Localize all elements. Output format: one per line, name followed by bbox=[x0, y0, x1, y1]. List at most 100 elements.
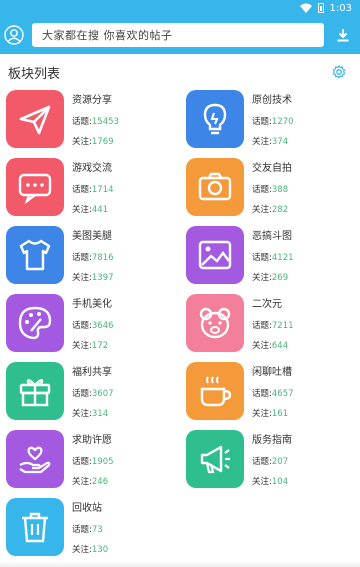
download-button[interactable] bbox=[332, 24, 354, 46]
board-topics: 话题:73 bbox=[72, 523, 108, 535]
board-follows: 关注:1769 bbox=[72, 135, 119, 147]
board-name: 游戏交流 bbox=[72, 163, 112, 174]
top-bar: 大家都在搜 你喜欢的帖子 bbox=[0, 16, 360, 54]
gear-icon[interactable] bbox=[332, 65, 346, 79]
board-follows: 关注:314 bbox=[72, 407, 114, 419]
board-tile[interactable] bbox=[6, 158, 64, 216]
chat-bubble-icon bbox=[18, 173, 52, 205]
topics-count: 7211 bbox=[271, 320, 294, 331]
follows-label: 关注: bbox=[252, 409, 272, 419]
follows-label: 关注: bbox=[72, 205, 92, 215]
topics-label: 话题: bbox=[72, 320, 92, 331]
board-topics: 话题:207 bbox=[252, 455, 292, 467]
board-meta: 交友自拍话题:388 关注:282 bbox=[252, 158, 292, 216]
page-title: 板块列表 bbox=[8, 66, 61, 82]
board-item[interactable]: 游戏交流 话题:1714 关注:441 bbox=[6, 158, 176, 220]
board-meta: 手机美化 话题:3646 关注:172 bbox=[72, 294, 114, 352]
follows-count: 269 bbox=[271, 273, 289, 283]
topics-count: 1905 bbox=[91, 456, 114, 467]
board-tile[interactable] bbox=[186, 158, 244, 216]
board-topics: 话题:1714 bbox=[72, 183, 114, 195]
follows-count: 314 bbox=[91, 409, 109, 419]
board-topics: 话题:4657 bbox=[252, 387, 294, 399]
board-name: 美图美腿 bbox=[72, 231, 112, 242]
board-topics: 话题:7211 bbox=[252, 319, 294, 331]
follows-label: 关注: bbox=[72, 273, 92, 283]
board-item[interactable]: 二次元 话题:7211 关注:644 bbox=[186, 294, 356, 356]
board-topics: 话题:1270 bbox=[252, 115, 294, 127]
board-item[interactable]: 恶搞斗图 话题:4121 关注:269 bbox=[186, 226, 356, 288]
follows-label: 关注: bbox=[72, 137, 92, 147]
topics-count: 4657 bbox=[271, 388, 294, 399]
board-topics: 话题:388 bbox=[252, 183, 292, 195]
follows-count: 246 bbox=[91, 477, 109, 487]
topics-label: 话题: bbox=[72, 524, 92, 535]
board-tile[interactable] bbox=[6, 226, 64, 284]
topics-label: 话题: bbox=[72, 388, 92, 399]
topics-count: 207 bbox=[271, 456, 289, 467]
board-tile[interactable] bbox=[186, 226, 244, 284]
board-topics: 话题:3607 bbox=[72, 387, 114, 399]
board-item[interactable]: 福利共享 话题:3607 关注:314 bbox=[6, 362, 176, 424]
board-name: 恶搞斗图 bbox=[252, 231, 292, 242]
board-name: 版务指南 bbox=[252, 435, 292, 446]
board-follows: 关注:130 bbox=[72, 543, 108, 555]
board-tile[interactable] bbox=[186, 294, 244, 352]
board-item[interactable]: 回收站 话题:73 关注:130 bbox=[6, 498, 176, 560]
topics-label: 话题: bbox=[252, 388, 272, 399]
follows-label: 关注: bbox=[72, 545, 92, 555]
topics-count: 3607 bbox=[91, 388, 114, 399]
topics-label: 话题: bbox=[252, 116, 272, 127]
follows-label: 关注: bbox=[72, 409, 92, 419]
board-tile[interactable] bbox=[186, 90, 244, 148]
follows-count: 374 bbox=[271, 137, 289, 147]
follows-count: 161 bbox=[271, 409, 289, 419]
follows-label: 关注: bbox=[72, 341, 92, 351]
board-topics: 话题:15453 bbox=[72, 115, 119, 127]
camera-icon bbox=[198, 172, 232, 201]
board-item[interactable]: 求助许愿 话题:1905 关注:246 bbox=[6, 430, 176, 492]
board-name: 原创技术 bbox=[252, 95, 292, 106]
board-tile[interactable] bbox=[6, 362, 64, 420]
status-time: 1:03 bbox=[329, 2, 352, 14]
board-item[interactable]: 手机美化 话题:3646 关注:172 bbox=[6, 294, 176, 356]
follows-count: 104 bbox=[271, 477, 289, 487]
board-item[interactable]: 闲聊吐槽 话题:4657 关注:161 bbox=[186, 362, 356, 424]
topics-count: 7816 bbox=[91, 252, 114, 263]
board-follows: 关注:1397 bbox=[72, 271, 114, 283]
user-avatar-icon[interactable] bbox=[4, 25, 24, 45]
follows-label: 关注: bbox=[252, 137, 272, 147]
board-tile[interactable] bbox=[186, 362, 244, 420]
status-bar: 1:03 bbox=[0, 0, 360, 16]
board-tile[interactable] bbox=[6, 498, 64, 556]
board-meta: 闲聊吐槽 话题:4657 关注:161 bbox=[252, 362, 294, 420]
board-follows: 关注:374 bbox=[252, 135, 294, 147]
board-item[interactable]: 原创技术话题:1270 关注:374 bbox=[186, 90, 356, 152]
topics-count: 3646 bbox=[91, 320, 114, 331]
follows-count: 644 bbox=[271, 341, 289, 351]
topics-label: 话题: bbox=[72, 116, 92, 127]
lightbulb-icon bbox=[203, 103, 227, 135]
board-tile[interactable] bbox=[6, 430, 64, 488]
board-item[interactable]: 资源分享 话题:15453 关注:1769 bbox=[6, 90, 176, 152]
section-header: 板块列表 bbox=[0, 54, 360, 90]
topics-count: 388 bbox=[271, 184, 289, 195]
board-meta: 二次元 话题:7211 关注:644 bbox=[252, 294, 294, 352]
download-icon bbox=[337, 29, 349, 42]
search-input[interactable]: 大家都在搜 你喜欢的帖子 bbox=[32, 23, 324, 47]
board-item[interactable]: 美图美腿 话题:7816 关注:1397 bbox=[6, 226, 176, 288]
tshirt-icon bbox=[19, 239, 51, 271]
follows-count: 1397 bbox=[91, 273, 114, 283]
board-meta: 福利共享 话题:3607 关注:314 bbox=[72, 362, 114, 420]
board-follows: 关注:104 bbox=[252, 475, 292, 487]
board-tile[interactable] bbox=[6, 90, 64, 148]
topics-count: 73 bbox=[91, 524, 103, 535]
board-tile[interactable] bbox=[6, 294, 64, 352]
board-follows: 关注:282 bbox=[252, 203, 292, 215]
board-tile[interactable] bbox=[186, 430, 244, 488]
board-item[interactable]: 版务指南话题:207 关注:104 bbox=[186, 430, 356, 492]
board-item[interactable]: 交友自拍话题:388 关注:282 bbox=[186, 158, 356, 220]
topics-count: 1270 bbox=[271, 116, 294, 127]
board-follows: 关注:172 bbox=[72, 339, 114, 351]
board-name: 交友自拍 bbox=[252, 163, 292, 174]
